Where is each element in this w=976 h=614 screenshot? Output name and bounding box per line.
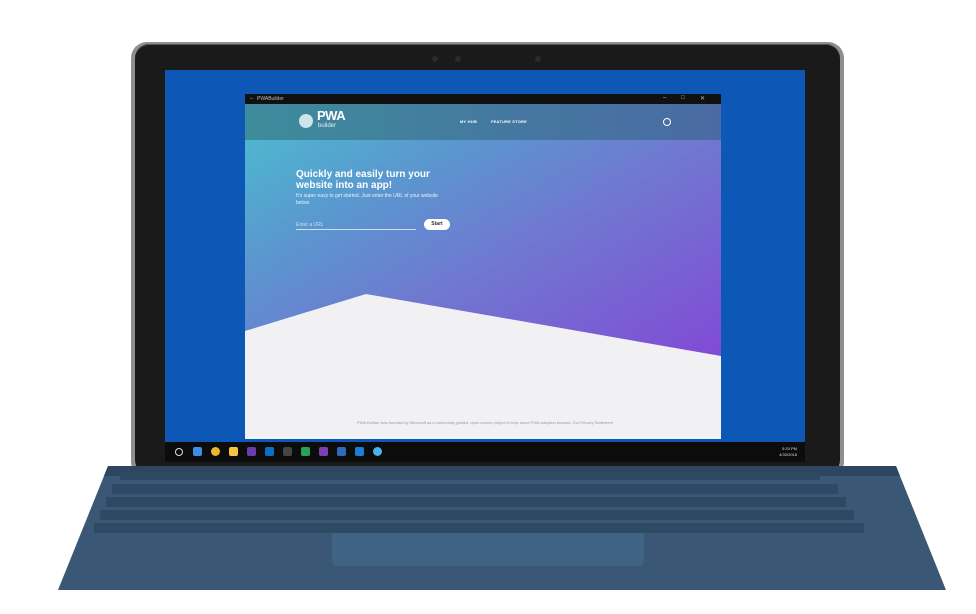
dev-tools-icon[interactable]: [355, 447, 364, 456]
light-sensor: [535, 56, 541, 62]
onenote-icon[interactable]: [319, 447, 328, 456]
key-row-numbers[interactable]: [112, 484, 838, 494]
desktop-screen: ← PWABuilder – □ ✕ PWA builder MY HUB FE…: [165, 70, 805, 462]
vscode-icon[interactable]: [301, 447, 310, 456]
key-row-bottom[interactable]: [94, 523, 864, 533]
camera-icon: [432, 56, 438, 62]
edge-icon[interactable]: [193, 447, 202, 456]
app-icon[interactable]: [337, 447, 346, 456]
clock-date: 4/30/2018: [779, 452, 797, 457]
search-icon[interactable]: [175, 448, 183, 456]
file-explorer-icon[interactable]: [229, 447, 238, 456]
camera-sensor: [455, 56, 461, 62]
windows-start-icon[interactable]: ⊞: [165, 446, 166, 455]
key-row-home[interactable]: [100, 510, 854, 520]
app-window: ← PWABuilder – □ ✕ PWA builder MY HUB FE…: [245, 94, 721, 439]
store-icon[interactable]: [373, 447, 382, 456]
outlook-icon[interactable]: [265, 447, 274, 456]
key-row-function[interactable]: [120, 472, 820, 480]
chrome-icon[interactable]: [211, 447, 220, 456]
hero-white-wave: [245, 294, 721, 439]
key-row-top[interactable]: [106, 497, 846, 507]
taskbar-clock[interactable]: 5:33 PM 4/30/2018: [779, 446, 797, 458]
windows-taskbar: ⊞ 5:33 PM 4/30/2018: [165, 442, 805, 462]
visual-studio-icon[interactable]: [247, 447, 256, 456]
footer-text: PWA Builder was founded by Microsoft as …: [357, 420, 613, 425]
terminal-icon[interactable]: [283, 447, 292, 456]
touchpad[interactable]: [332, 532, 644, 566]
